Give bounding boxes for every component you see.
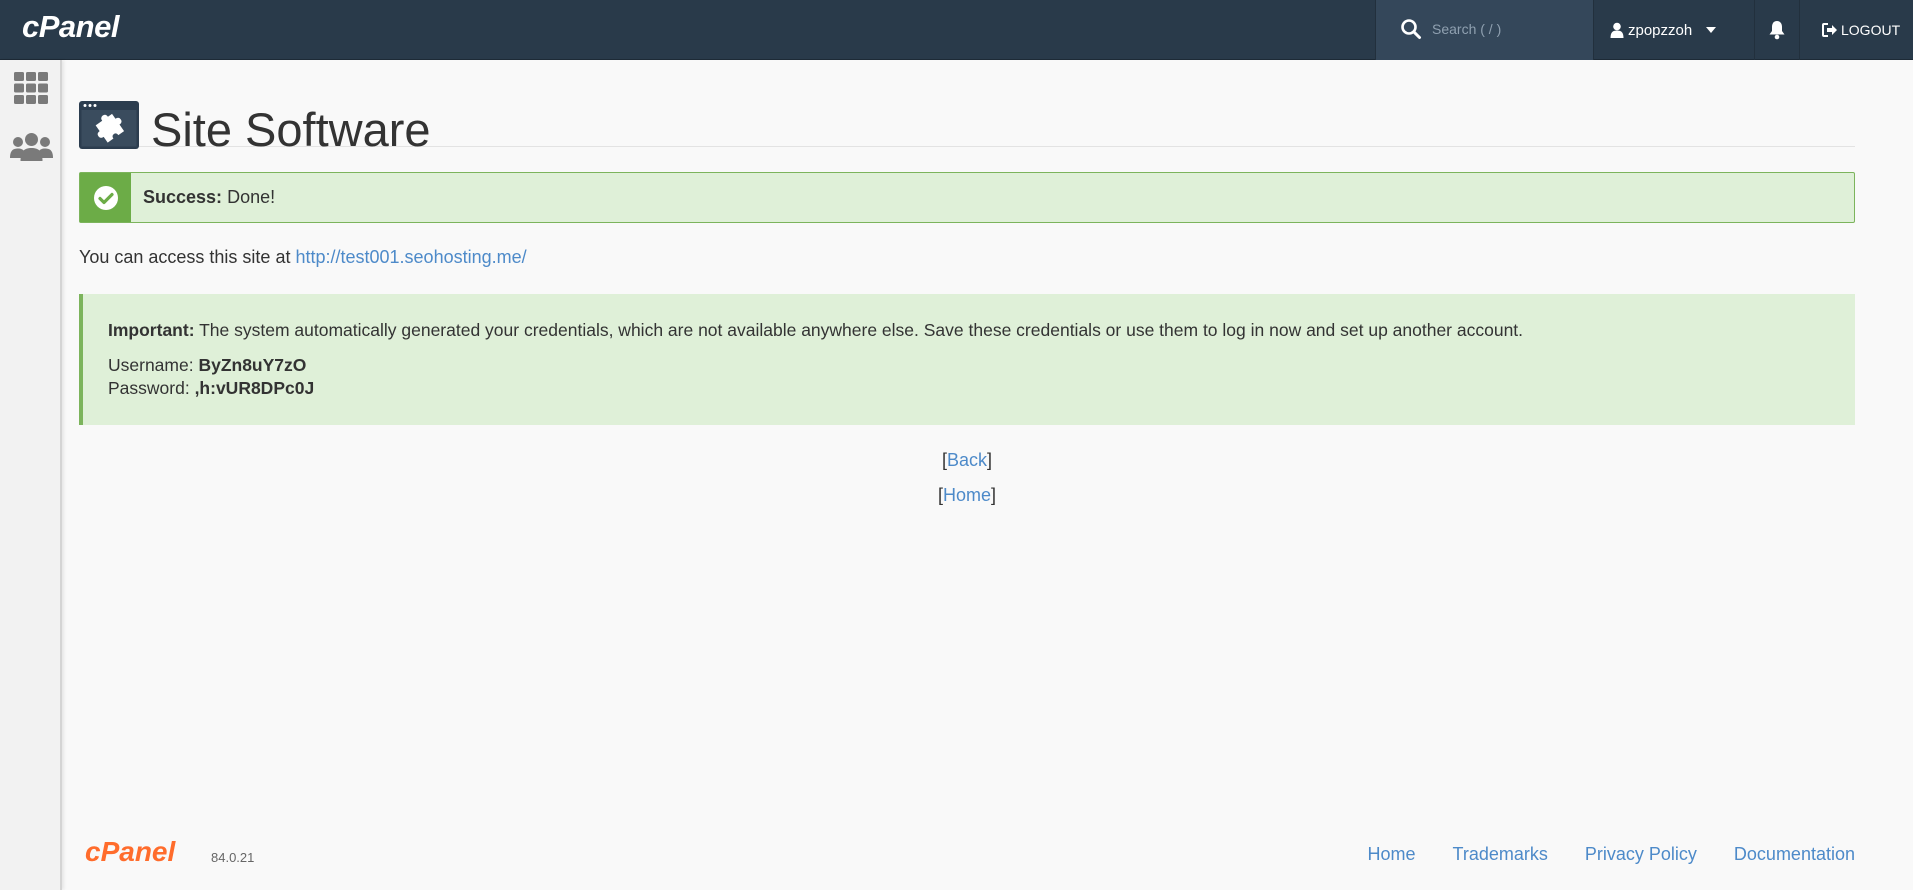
site-access-text: You can access this site at http://test0… [79, 247, 527, 268]
search-box[interactable] [1375, 0, 1594, 60]
password-line: Password: ,h:vUR8DPc0J [108, 378, 314, 399]
apps-grid-icon[interactable] [12, 71, 50, 105]
footer-cpanel-logo[interactable]: cPanel [85, 836, 175, 868]
user-icon [1610, 22, 1624, 38]
success-text: Done! [222, 187, 276, 207]
main-content: Site Software Success: Done! You can acc… [79, 60, 1855, 890]
search-input[interactable] [1432, 16, 1582, 42]
credentials-alert: Important: The system automatically gene… [79, 294, 1855, 425]
cpanel-logo[interactable]: cPanel [22, 9, 119, 45]
bell-icon [1769, 21, 1785, 40]
username-label: Username: [108, 355, 199, 375]
success-icon-cell [80, 173, 131, 222]
footer-privacy-link[interactable]: Privacy Policy [1585, 844, 1697, 865]
back-link-line: [Back] [941, 450, 993, 470]
success-message: Success: Done! [143, 187, 275, 208]
site-software-icon [79, 101, 139, 149]
important-strong: Important: [108, 320, 195, 340]
username-label: zpopzzoh [1628, 21, 1693, 39]
check-circle-icon [93, 185, 118, 210]
users-icon[interactable] [9, 132, 54, 162]
password-value: ,h:vUR8DPc0J [194, 378, 315, 398]
logout-button[interactable]: LOGOUT [1800, 0, 1913, 60]
footer: cPanel 84.0.21 Home Trademarks Privacy P… [79, 836, 1855, 876]
success-alert: Success: Done! [79, 172, 1855, 223]
footer-trademarks-link[interactable]: Trademarks [1453, 844, 1548, 865]
notifications-button[interactable] [1755, 0, 1800, 60]
site-url-link[interactable]: http://test001.seohosting.me/ [295, 247, 526, 267]
search-icon [1401, 19, 1421, 39]
user-menu[interactable]: zpopzzoh [1594, 0, 1755, 60]
logout-icon [1822, 23, 1837, 37]
top-navbar: cPanel zpopzzoh LOGOUT [0, 0, 1913, 60]
password-label: Password: [108, 378, 195, 398]
footer-documentation-link[interactable]: Documentation [1734, 844, 1855, 865]
important-text: The system automatically generated your … [194, 320, 1524, 340]
home-link[interactable]: Home [943, 485, 991, 505]
access-prefix: You can access this site at [79, 247, 296, 267]
logout-label: LOGOUT [1841, 22, 1901, 38]
username-value: ByZn8uY7zO [198, 355, 307, 375]
username-line: Username: ByZn8uY7zO [108, 355, 306, 376]
footer-links: Home Trademarks Privacy Policy Documenta… [1368, 844, 1855, 865]
home-link-line: [Home] [937, 485, 997, 505]
footer-version: 84.0.21 [211, 850, 255, 865]
chevron-down-icon [1706, 27, 1717, 33]
back-link[interactable]: Back [947, 450, 987, 470]
important-message: Important: The system automatically gene… [108, 320, 1523, 341]
page-header: Site Software [79, 80, 1855, 156]
sidebar [0, 60, 62, 890]
success-strong: Success: [143, 187, 223, 207]
page-title: Site Software [151, 103, 431, 156]
footer-home-link[interactable]: Home [1368, 844, 1416, 865]
